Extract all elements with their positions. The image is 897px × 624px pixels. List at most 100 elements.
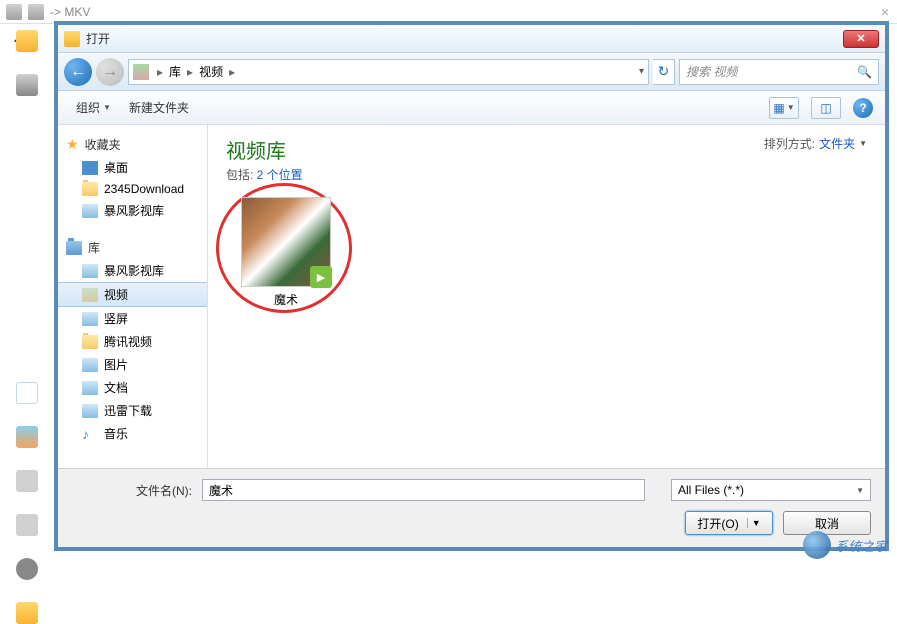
library-title: 视频库: [226, 135, 303, 164]
file-name: 魔术: [226, 291, 346, 308]
libraries-label: 库: [88, 239, 100, 256]
refresh-button[interactable]: ↻: [653, 59, 675, 85]
chevron-down-icon: ▼: [103, 103, 111, 112]
video-thumbnail[interactable]: [241, 197, 331, 287]
dock-icon-gear[interactable]: [16, 558, 38, 580]
search-input[interactable]: 搜索 视频 🔍: [679, 59, 879, 85]
nav-forward-button: →: [96, 58, 124, 86]
filter-value: All Files (*.*): [678, 483, 744, 497]
sidebar-group-favorites[interactable]: ★ 收藏夹: [58, 133, 207, 156]
sidebar-item-baofeng-lib[interactable]: 暴风影视库: [58, 259, 207, 282]
dialog-titlebar: 打开 ✕: [58, 25, 885, 53]
dock-spacer: [16, 338, 38, 360]
chevron-down-icon: ▼: [787, 103, 795, 112]
dock-icon-photo[interactable]: [16, 426, 38, 448]
sidebar-group-libraries[interactable]: 库: [58, 236, 207, 259]
dialog-bottom-bar: 文件名(N): All Files (*.*) ▼ 打开(O) ▼ 取消: [58, 468, 885, 547]
breadcrumb-item[interactable]: 库: [169, 63, 181, 80]
sidebar-item-baofeng[interactable]: 暴风影视库: [58, 199, 207, 222]
close-button[interactable]: ✕: [843, 30, 879, 48]
includes-link[interactable]: 2 个位置: [257, 168, 303, 182]
file-type-filter[interactable]: All Files (*.*) ▼: [671, 479, 871, 501]
sort-label: 排列方式:: [764, 135, 815, 152]
folder-icon: [82, 335, 98, 349]
dialog-title: 打开: [86, 30, 843, 47]
sidebar-item-pictures[interactable]: 图片: [58, 353, 207, 376]
favorites-label: 收藏夹: [85, 136, 121, 153]
search-placeholder: 搜索 视频: [686, 63, 737, 80]
view-icon: ▦: [773, 101, 784, 115]
star-icon: ★: [66, 136, 79, 153]
new-folder-label: 新建文件夹: [129, 99, 189, 116]
left-dock: [12, 30, 42, 624]
preview-pane-button[interactable]: ◫: [811, 97, 841, 119]
chevron-right-icon[interactable]: ▸: [183, 65, 197, 79]
sidebar-item-downloads[interactable]: 2345Download: [58, 179, 207, 199]
dock-spacer: [16, 250, 38, 272]
pictures-icon: [82, 358, 98, 372]
view-mode-button[interactable]: ▦ ▼: [769, 97, 799, 119]
app-icon-2: [28, 4, 44, 20]
content-area: 视频库 包括: 2 个位置 排列方式: 文件夹 ▼ 魔术: [208, 125, 885, 468]
sidebar: ★ 收藏夹 桌面 2345Download 暴风影视库 库 暴风影视库 视频 竖…: [58, 125, 208, 468]
chevron-right-icon[interactable]: ▸: [225, 65, 239, 79]
app-icon: [6, 4, 22, 20]
nav-bar: ← → ▸ 库 ▸ 视频 ▸ ▾ ↻ 搜索 视频 🔍: [58, 53, 885, 91]
dock-icon-music[interactable]: [16, 382, 38, 404]
chevron-down-icon: ▼: [856, 486, 864, 495]
documents-icon: [82, 381, 98, 395]
new-folder-button[interactable]: 新建文件夹: [123, 96, 195, 119]
globe-icon: [803, 531, 831, 559]
file-item[interactable]: 魔术: [226, 197, 346, 308]
parent-window-title: -> MKV: [50, 5, 90, 19]
nav-back-button[interactable]: ←: [64, 58, 92, 86]
sidebar-item-documents[interactable]: 文档: [58, 376, 207, 399]
watermark: 系统之家: [803, 531, 887, 559]
open-button[interactable]: 打开(O) ▼: [685, 511, 773, 535]
location-icon: [133, 64, 149, 80]
library-includes: 包括: 2 个位置: [226, 166, 303, 183]
dock-spacer: [16, 118, 38, 140]
search-icon[interactable]: 🔍: [857, 65, 872, 79]
library-icon: [82, 312, 98, 326]
sidebar-item-videos[interactable]: 视频: [58, 282, 207, 307]
breadcrumb-item[interactable]: 视频: [199, 63, 223, 80]
breadcrumb-dropdown-icon[interactable]: ▾: [639, 66, 644, 77]
chevron-right-icon[interactable]: ▸: [153, 65, 167, 79]
sidebar-item-tencent[interactable]: 腾讯视频: [58, 330, 207, 353]
toolbar: 组织 ▼ 新建文件夹 ▦ ▼ ◫ ?: [58, 91, 885, 125]
video-icon: [82, 288, 98, 302]
dock-spacer: [16, 206, 38, 228]
sidebar-item-vertical[interactable]: 竖屏: [58, 307, 207, 330]
library-icon: [82, 404, 98, 418]
preview-icon: ◫: [820, 101, 831, 115]
libraries-icon: [66, 241, 82, 255]
music-icon: ♪: [82, 427, 98, 441]
split-chevron-icon[interactable]: ▼: [747, 518, 761, 528]
help-button[interactable]: ?: [853, 98, 873, 118]
library-icon: [82, 204, 98, 218]
sort-value[interactable]: 文件夹: [819, 135, 855, 152]
dialog-icon: [64, 31, 80, 47]
file-open-dialog: 打开 ✕ ← → ▸ 库 ▸ 视频 ▸ ▾ ↻ 搜索 视频 🔍 组织 ▼ 新建文…: [54, 21, 889, 551]
dock-spacer: [16, 294, 38, 316]
dock-icon-explorer[interactable]: [16, 602, 38, 624]
folder-icon: [82, 182, 98, 196]
breadcrumb[interactable]: ▸ 库 ▸ 视频 ▸ ▾: [128, 59, 649, 85]
dock-icon-movie[interactable]: [16, 74, 38, 96]
library-icon: [82, 264, 98, 278]
dock-spacer: [16, 162, 38, 184]
sidebar-item-xunlei[interactable]: 迅雷下载: [58, 399, 207, 422]
desktop-icon: [82, 161, 98, 175]
dock-icon-folder[interactable]: [16, 30, 38, 52]
filename-label: 文件名(N):: [72, 482, 192, 499]
dock-icon-gray[interactable]: [16, 470, 38, 492]
sort-control[interactable]: 排列方式: 文件夹 ▼: [764, 135, 867, 152]
sidebar-item-desktop[interactable]: 桌面: [58, 156, 207, 179]
chevron-down-icon: ▼: [859, 139, 867, 148]
filename-input[interactable]: [202, 479, 645, 501]
organize-menu[interactable]: 组织 ▼: [70, 96, 117, 119]
sidebar-item-music[interactable]: ♪音乐: [58, 422, 207, 445]
parent-close-icon[interactable]: ×: [881, 4, 889, 20]
dock-icon-drive[interactable]: [16, 514, 38, 536]
